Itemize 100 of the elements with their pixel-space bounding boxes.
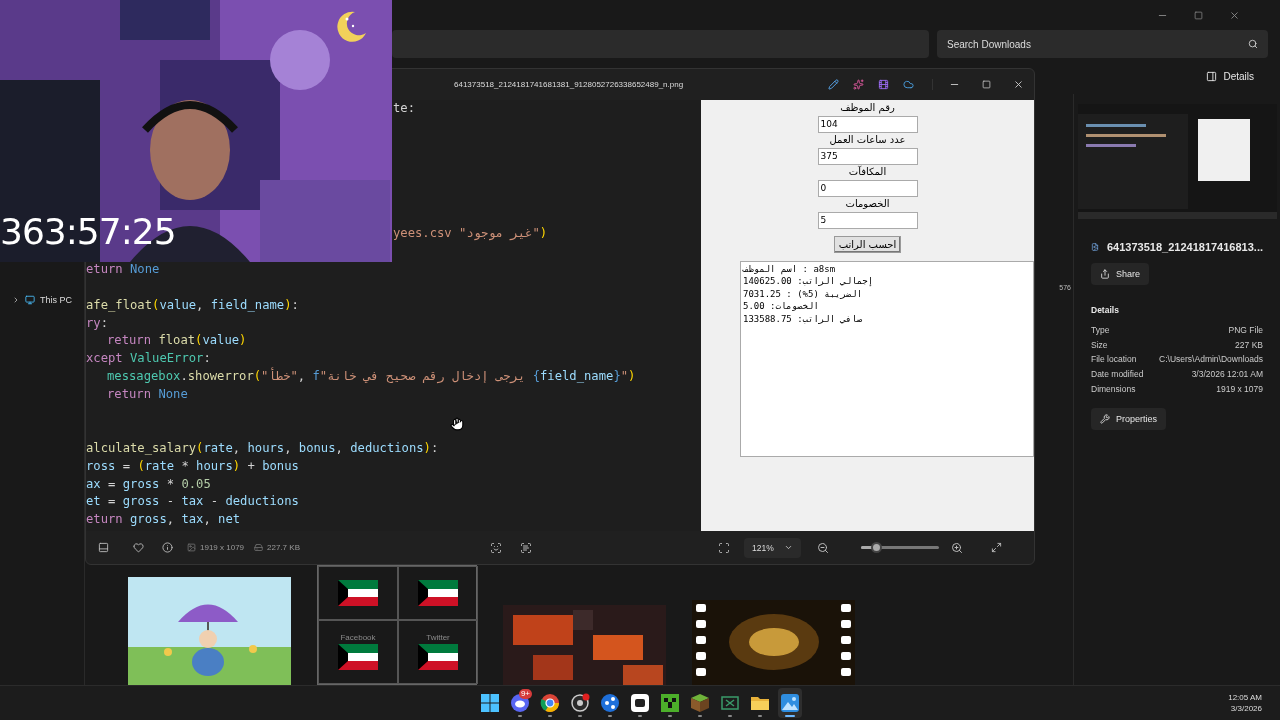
details-heading: Details <box>1091 305 1120 315</box>
code-line: alculate_salary(rate, hours, bonus, deductions): <box>86 440 439 455</box>
field-label: عدد ساعات العمل <box>829 132 906 147</box>
detail-value: 3/3/2026 12:01 AM <box>1191 369 1263 380</box>
detail-label: Size <box>1091 339 1108 350</box>
scan-icon[interactable] <box>489 541 502 554</box>
zoom-in-icon[interactable] <box>951 541 963 554</box>
field-label: الخصومات <box>845 196 890 211</box>
running-indicator <box>668 715 672 717</box>
nav-item[interactable]: This PC <box>0 295 84 305</box>
image-icon <box>187 543 196 553</box>
code-line: xcept ValueError: <box>86 351 211 366</box>
running-indicator <box>578 715 582 717</box>
code-line: et = gross - tax - deductions <box>86 494 299 509</box>
creeper-icon <box>660 693 680 713</box>
output-line: 133588.75 :صافي الراتب <box>743 313 863 324</box>
stream-timer: 363:57:25 <box>0 211 176 252</box>
code-line: yees.csv "غير موجود") <box>393 226 548 241</box>
code-line: ax = gross * 0.05 <box>86 476 211 491</box>
heart-icon[interactable] <box>133 542 144 554</box>
info-icon[interactable] <box>162 542 173 554</box>
detail-label: Date modified <box>1091 369 1144 380</box>
detail-value: 1919 x 1079 <box>1216 383 1263 394</box>
search-icon[interactable] <box>1248 39 1258 49</box>
image-dimensions: 1919 x 1079 <box>200 543 245 553</box>
taskbar-app[interactable]: 9+ <box>508 688 532 718</box>
slider-thumb[interactable] <box>870 542 882 554</box>
close-icon[interactable] <box>1229 9 1240 21</box>
running-indicator <box>548 715 552 717</box>
field-label: رقم الموظف <box>840 100 895 116</box>
running-indicator <box>785 715 795 717</box>
flag-icon <box>418 579 458 606</box>
panel-icon <box>1206 70 1218 82</box>
share-icon <box>1100 269 1110 279</box>
fit-icon[interactable] <box>717 541 730 554</box>
photos-icon <box>780 693 800 713</box>
maximize-icon[interactable] <box>1194 10 1203 20</box>
taskbar-app[interactable] <box>778 688 802 718</box>
detail-label: File location <box>1091 354 1137 365</box>
code-line: afe_float(value, field_name): <box>86 297 299 312</box>
calculate-button[interactable]: احسب الراتب <box>833 235 902 253</box>
running-indicator <box>518 715 522 717</box>
running-indicator <box>728 715 732 717</box>
input-field[interactable]: 375 <box>817 147 918 165</box>
running-indicator <box>758 715 762 717</box>
properties-button[interactable]: Properties <box>1091 407 1167 430</box>
running-indicator <box>638 715 642 717</box>
fullscreen-icon[interactable] <box>991 542 1002 554</box>
details-button[interactable]: Details <box>1200 69 1260 83</box>
cloud-icon[interactable] <box>903 78 914 90</box>
flag-icon <box>338 644 378 671</box>
search-field[interactable]: Search Downloads <box>937 30 1268 58</box>
window-title: 641373518_2124181741681381_9128052726338652489_n.png <box>454 79 685 89</box>
monitor-icon <box>25 295 35 305</box>
code-line: te: <box>393 100 415 115</box>
tile-caption: Facebook <box>340 633 376 643</box>
app-icon <box>630 693 650 713</box>
filmstrip-icon[interactable] <box>98 542 109 554</box>
flag-icon <box>338 579 378 606</box>
clock-date[interactable]: 3/3/2026 <box>1230 704 1262 713</box>
zoom-out-icon[interactable] <box>816 541 829 554</box>
output-line: 5.00 :الخصومات <box>743 301 819 312</box>
running-indicator <box>608 715 612 717</box>
spreadsheet-icon <box>720 693 740 713</box>
windows-logo-icon <box>480 693 500 713</box>
input-field[interactable]: 5 <box>817 211 918 229</box>
wrench-icon <box>1100 413 1110 424</box>
code-line: eturn gross, tax, net <box>86 512 241 527</box>
close-icon[interactable] <box>1013 78 1024 90</box>
file-size: 227.7 KB <box>267 543 300 553</box>
code-line: ry: <box>86 315 109 330</box>
browser-icon <box>540 693 560 713</box>
flag-icon <box>418 644 458 671</box>
code-line: ross = (rate * hours) + bonus <box>86 458 299 473</box>
clock-time[interactable]: 12:05 AM <box>1228 693 1262 702</box>
chevron-icon[interactable] <box>12 296 20 304</box>
input-field[interactable]: 0 <box>817 179 918 197</box>
zoom-dropdown[interactable]: 121% <box>743 537 801 558</box>
output-line: 7031.25 : (%5) الضريبة <box>743 288 863 299</box>
running-indicator <box>698 715 702 717</box>
maximize-icon[interactable] <box>982 79 991 89</box>
output-line: اسم الموظف : a8sm <box>743 263 836 274</box>
scan-text-icon[interactable] <box>519 541 532 554</box>
field-label: المكافآت <box>848 164 887 179</box>
detail-value: PNG File <box>1228 325 1263 336</box>
flag-tile[interactable]: Facebook Twitter <box>317 565 477 685</box>
share-icon <box>600 693 620 713</box>
detail-value: C:\Users\Admin\Downloads <box>1159 354 1263 365</box>
detail-value: 227 KB <box>1235 339 1263 350</box>
detail-label: Type <box>1091 325 1110 336</box>
notification-badge: 9+ <box>518 689 532 699</box>
recorder-icon <box>570 693 590 713</box>
grass-block-icon <box>690 693 710 713</box>
sparkle-icon[interactable] <box>853 78 864 90</box>
share-button[interactable]: Share <box>1091 263 1150 285</box>
film-icon[interactable] <box>878 78 889 90</box>
search-placeholder: Search Downloads <box>947 38 1031 50</box>
output-line: 140625.00 :إجمالي الراتب <box>743 276 874 287</box>
pencil-icon[interactable] <box>828 78 839 90</box>
input-field[interactable]: 104 <box>817 115 918 133</box>
